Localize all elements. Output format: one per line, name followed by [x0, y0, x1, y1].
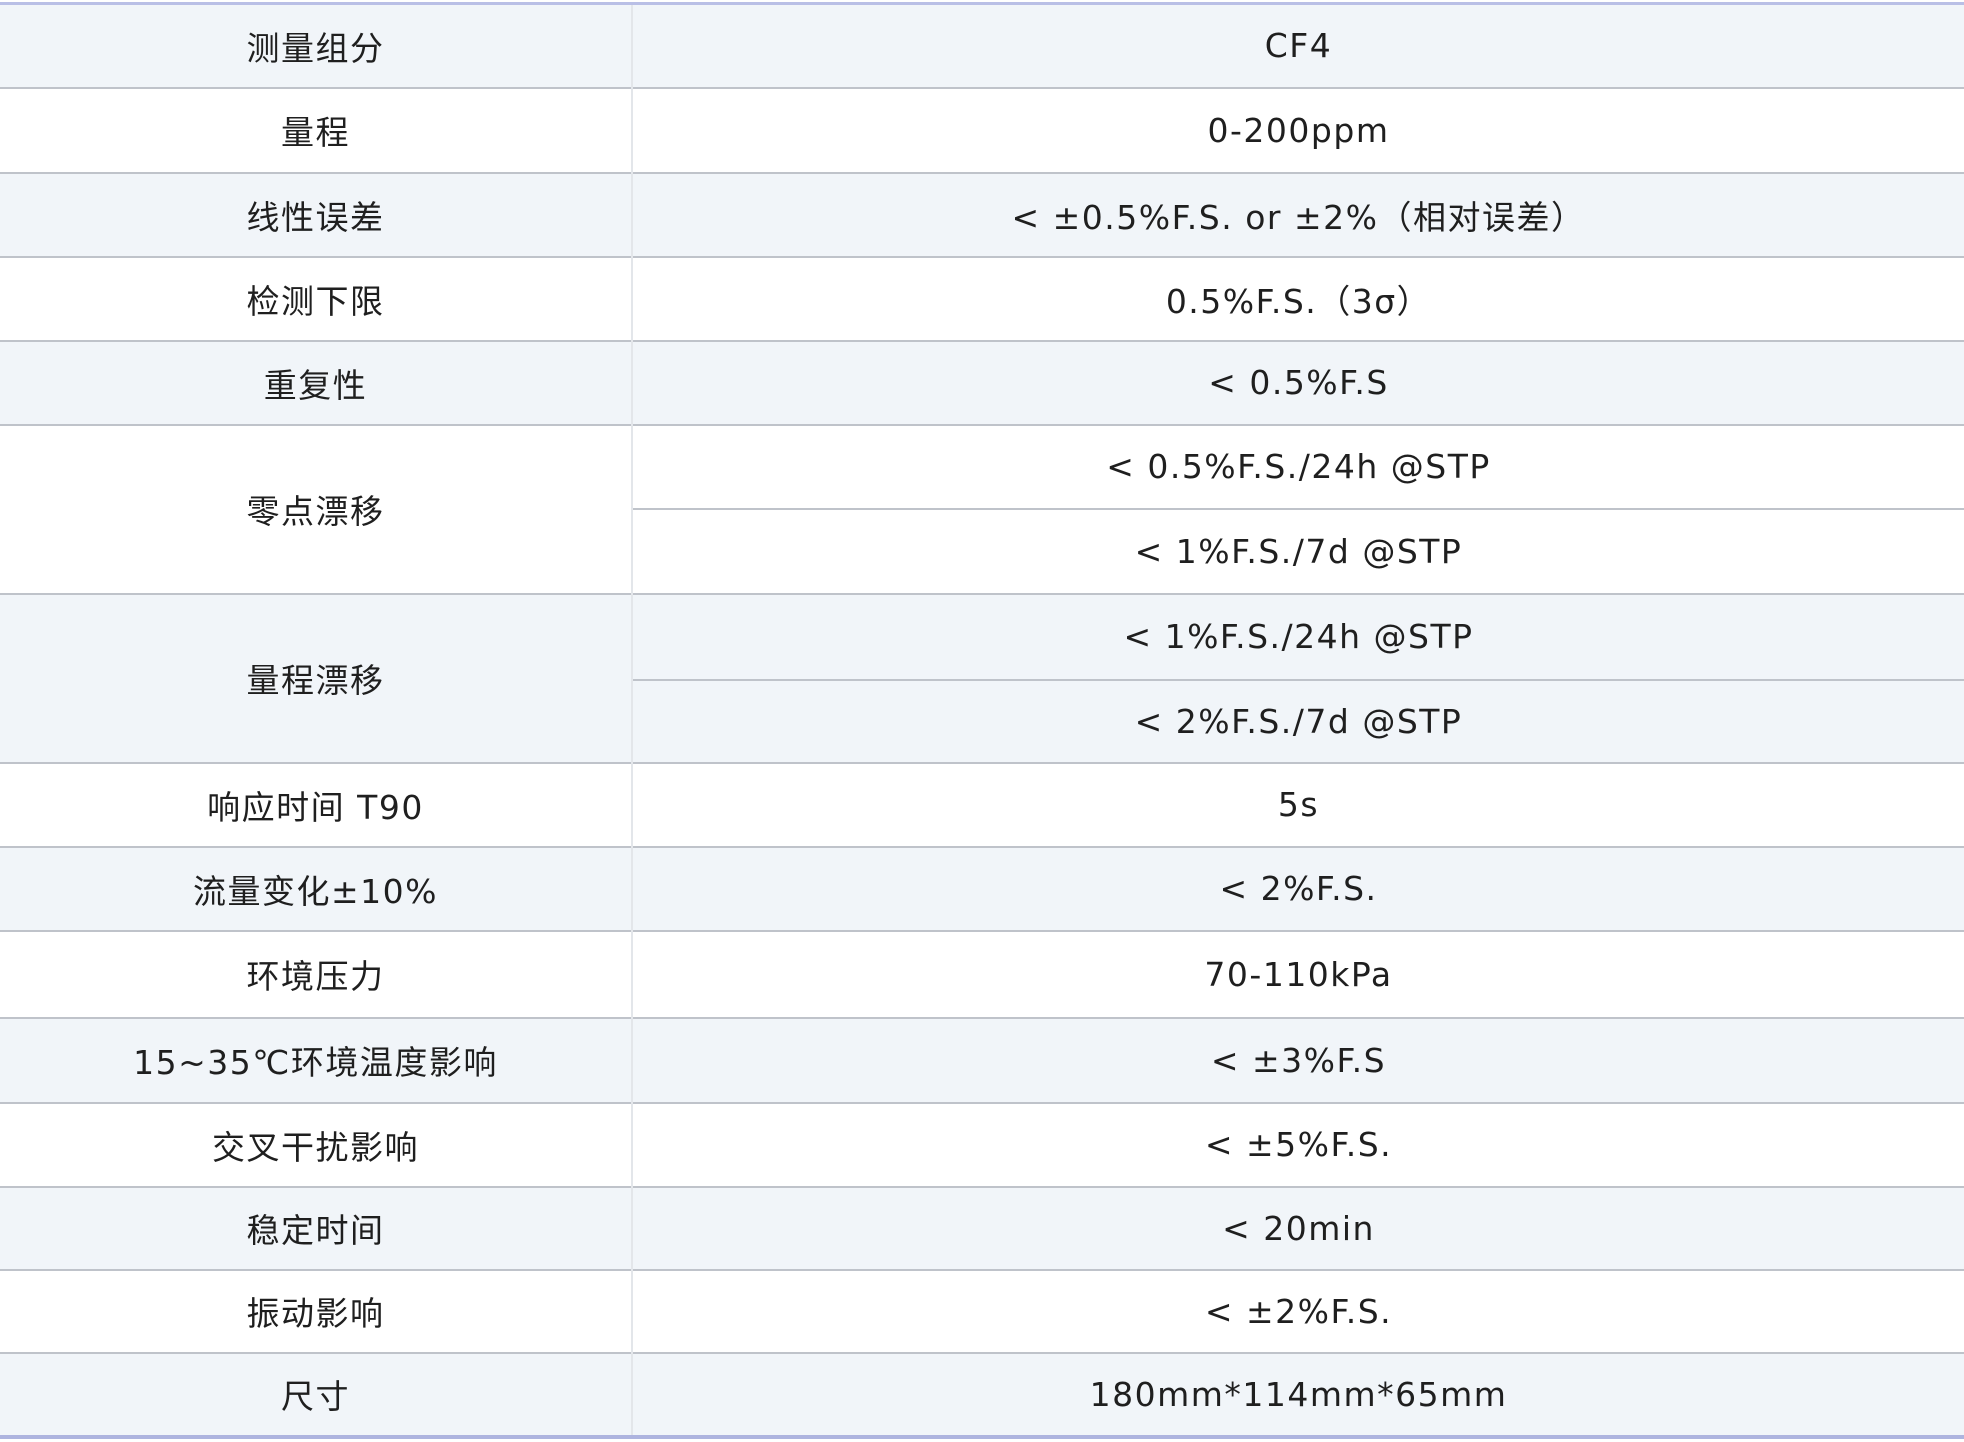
- row-label-repeatability: 重复性: [0, 339, 633, 425]
- row-label-dimensions: 尺寸: [0, 1351, 633, 1439]
- table-row: 15~35℃环境温度影响 < ±3%F.S: [0, 1016, 1964, 1103]
- table-row: 量程 0-200ppm: [0, 86, 1964, 173]
- row-value-zero-drift-24h: < 0.5%F.S./24h @STP: [632, 423, 1964, 509]
- row-label-span-drift: 量程漂移: [0, 592, 633, 763]
- row-value-cross-interference: < ±5%F.S.: [632, 1101, 1964, 1187]
- row-value-stabilization-time: < 20min: [632, 1185, 1964, 1270]
- row-value-vibration-effect: < ±2%F.S.: [632, 1268, 1964, 1353]
- row-value-dimensions: 180mm*114mm*65mm: [632, 1351, 1964, 1439]
- row-value-range: 0-200ppm: [632, 86, 1964, 173]
- table-row: 响应时间 T90 5s: [0, 761, 1964, 847]
- table-row: 交叉干扰影响 < ±5%F.S.: [0, 1101, 1964, 1187]
- row-value-measured-component: CF4: [632, 2, 1964, 88]
- row-label-flow-change: 流量变化±10%: [0, 845, 633, 931]
- spec-table: 测量组分 CF4 量程 0-200ppm 线性误差 < ±0.5%F.S. or…: [0, 2, 1964, 1439]
- table-row: 稳定时间 < 20min: [0, 1185, 1964, 1270]
- row-label-linear-error: 线性误差: [0, 171, 633, 257]
- row-label-response-time: 响应时间 T90: [0, 761, 633, 847]
- row-value-repeatability: < 0.5%F.S: [632, 339, 1964, 425]
- row-value-temperature-effect: < ±3%F.S: [632, 1016, 1964, 1103]
- table-row: 尺寸 180mm*114mm*65mm: [0, 1351, 1964, 1439]
- table-row: 量程漂移 < 1%F.S./24h @STP: [0, 592, 1964, 763]
- row-label-vibration-effect: 振动影响: [0, 1268, 633, 1353]
- row-value-span-drift-7d: < 2%F.S./7d @STP: [632, 678, 1964, 763]
- table-row: 检测下限 0.5%F.S.（3σ）: [0, 255, 1964, 341]
- row-value-response-time: 5s: [632, 761, 1964, 847]
- row-label-range: 量程: [0, 86, 633, 173]
- row-value-zero-drift-7d: < 1%F.S./7d @STP: [632, 507, 1964, 594]
- row-label-temperature-effect: 15~35℃环境温度影响: [0, 1016, 633, 1103]
- row-value-ambient-pressure: 70-110kPa: [632, 929, 1964, 1018]
- table-row: 零点漂移 < 0.5%F.S./24h @STP: [0, 423, 1964, 594]
- row-label-measured-component: 测量组分: [0, 2, 633, 88]
- row-value-detection-limit: 0.5%F.S.（3σ）: [632, 255, 1964, 341]
- table-row: 线性误差 < ±0.5%F.S. or ±2%（相对误差）: [0, 171, 1964, 257]
- row-label-ambient-pressure: 环境压力: [0, 929, 633, 1018]
- table-row: 测量组分 CF4: [0, 2, 1964, 88]
- row-label-cross-interference: 交叉干扰影响: [0, 1101, 633, 1187]
- row-label-zero-drift: 零点漂移: [0, 423, 633, 594]
- row-label-stabilization-time: 稳定时间: [0, 1185, 633, 1270]
- table-row: 重复性 < 0.5%F.S: [0, 339, 1964, 425]
- table-row: 振动影响 < ±2%F.S.: [0, 1268, 1964, 1353]
- row-label-detection-limit: 检测下限: [0, 255, 633, 341]
- row-value-span-drift-24h: < 1%F.S./24h @STP: [632, 592, 1964, 680]
- table-row: 流量变化±10% < 2%F.S.: [0, 845, 1964, 931]
- row-value-linear-error: < ±0.5%F.S. or ±2%（相对误差）: [632, 171, 1964, 257]
- table-row: 环境压力 70-110kPa: [0, 929, 1964, 1018]
- row-value-flow-change: < 2%F.S.: [632, 845, 1964, 931]
